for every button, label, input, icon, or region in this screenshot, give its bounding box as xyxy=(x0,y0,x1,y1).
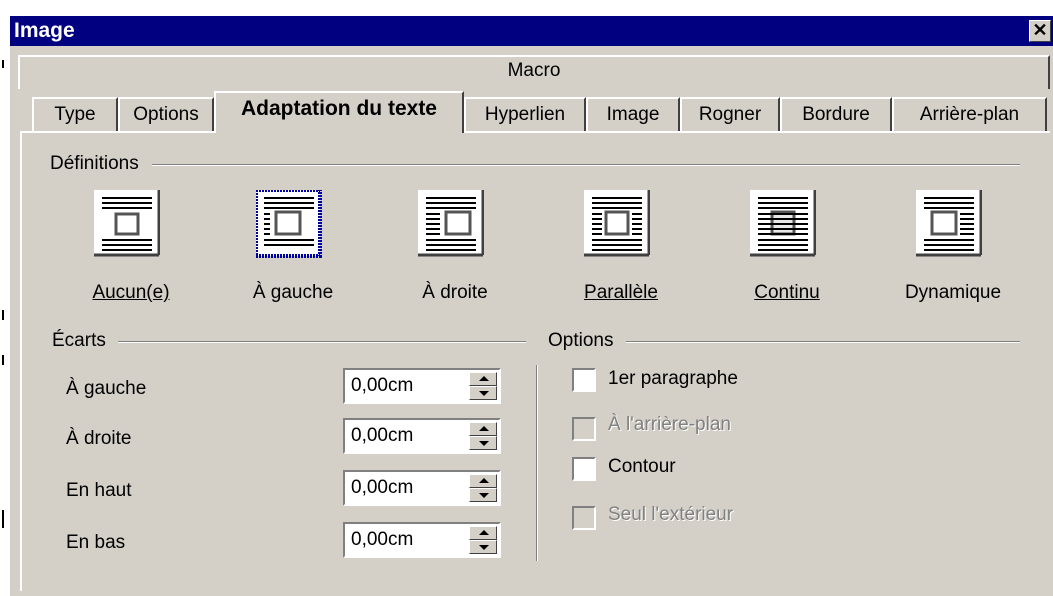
contour-label: Contour xyxy=(608,456,676,477)
outside-only-checkbox[interactable] xyxy=(572,506,596,530)
spacing-top-label: En haut xyxy=(66,480,132,501)
spin-value[interactable]: 0,00cm xyxy=(351,375,413,397)
tab-label: Macro xyxy=(507,60,561,81)
arrow-down-icon xyxy=(479,391,489,396)
tab-macro[interactable]: Macro xyxy=(18,55,1050,89)
tab-arriere-plan[interactable]: Arrière-plan xyxy=(892,97,1047,131)
tab-image[interactable]: Image xyxy=(586,97,680,131)
tab-bordure[interactable]: Bordure xyxy=(780,97,892,131)
close-button[interactable]: ✕ xyxy=(1029,20,1051,42)
wrap-option-right[interactable]: À droite xyxy=(410,190,494,303)
tab-label: Type xyxy=(54,104,96,125)
spin-down-button[interactable] xyxy=(469,540,497,554)
spin-down-button[interactable] xyxy=(469,386,497,400)
tab-type[interactable]: Type xyxy=(32,97,118,131)
spin-buttons xyxy=(469,422,497,450)
tab-label: Adaptation du texte xyxy=(240,97,437,120)
wrap-right-icon xyxy=(418,190,484,257)
close-icon: ✕ xyxy=(1032,20,1048,40)
tab-label: Bordure xyxy=(802,104,870,125)
screen-edge-mark xyxy=(2,355,4,365)
spacing-left-spinbox[interactable]: 0,00cm xyxy=(343,368,501,404)
spin-value[interactable]: 0,00cm xyxy=(351,425,413,447)
wrap-option-through[interactable]: Continu xyxy=(742,190,826,303)
spin-up-button[interactable] xyxy=(469,474,497,488)
wrap-optimal-icon xyxy=(916,190,982,257)
spacing-top-spinbox[interactable]: 0,00cm xyxy=(343,470,501,506)
window-title: Image xyxy=(14,19,75,42)
arrow-up-icon xyxy=(479,478,489,483)
contour-checkbox[interactable] xyxy=(572,457,596,481)
spin-up-button[interactable] xyxy=(469,526,497,540)
tab-label: Arrière-plan xyxy=(919,104,1020,125)
wrap-option-label: Aucun(e) xyxy=(92,282,170,303)
wrap-through-icon xyxy=(750,190,816,257)
spin-down-button[interactable] xyxy=(469,436,497,450)
spin-up-button[interactable] xyxy=(469,422,497,436)
spin-buttons xyxy=(469,372,497,400)
outside-only-label: Seul l'extérieur xyxy=(608,504,734,525)
wrap-option-left[interactable]: À gauche xyxy=(248,190,333,303)
arrow-down-icon xyxy=(479,493,489,498)
tab-label: Hyperlien xyxy=(484,104,566,125)
wrap-parallel-icon xyxy=(584,190,650,257)
spin-down-button[interactable] xyxy=(469,488,497,502)
group-divider xyxy=(118,341,526,343)
first-paragraph-label: 1er paragraphe xyxy=(608,368,738,389)
definitions-group-label: Définitions xyxy=(50,153,143,175)
arrow-up-icon xyxy=(479,376,489,381)
wrap-option-label: Parallèle xyxy=(584,282,658,303)
arrow-up-icon xyxy=(479,426,489,431)
spin-value[interactable]: 0,00cm xyxy=(351,529,413,551)
wrap-option-none[interactable]: Aucun(e) xyxy=(86,190,170,303)
spacing-group-label: Écarts xyxy=(52,330,110,352)
wrap-option-dynamic[interactable]: Dynamique xyxy=(905,190,1001,303)
spacing-bottom-spinbox[interactable]: 0,00cm xyxy=(343,522,501,558)
tab-hyperlien[interactable]: Hyperlien xyxy=(464,97,586,131)
screen-edge-mark xyxy=(2,60,4,68)
tab-label: Image xyxy=(606,104,660,125)
group-divider xyxy=(626,341,1020,343)
wrap-none-icon xyxy=(94,190,160,257)
wrap-option-label: Continu xyxy=(754,282,820,303)
tab-panel xyxy=(20,131,1050,591)
options-group-label: Options xyxy=(548,330,618,352)
spacing-left-label: À gauche xyxy=(66,378,147,399)
tab-options[interactable]: Options xyxy=(118,97,214,131)
wrap-option-label: À droite xyxy=(422,282,488,303)
spin-value[interactable]: 0,00cm xyxy=(351,477,413,499)
arrow-up-icon xyxy=(479,530,489,535)
vertical-separator xyxy=(536,365,538,561)
screen-edge-mark xyxy=(2,510,4,528)
arrow-down-icon xyxy=(479,441,489,446)
tab-rogner[interactable]: Rogner xyxy=(680,97,780,131)
spacing-right-spinbox[interactable]: 0,00cm xyxy=(343,418,501,454)
spacing-right-label: À droite xyxy=(66,428,132,449)
background-label: À l'arrière-plan xyxy=(608,414,731,435)
group-divider xyxy=(152,164,1020,166)
wrap-left-icon xyxy=(256,190,322,258)
background-checkbox[interactable] xyxy=(572,417,596,441)
first-paragraph-checkbox[interactable] xyxy=(572,368,596,392)
screen-edge-mark xyxy=(2,310,4,320)
arrow-down-icon xyxy=(479,545,489,550)
spin-buttons xyxy=(469,474,497,502)
spacing-bottom-label: En bas xyxy=(66,532,126,553)
wrap-option-label: Dynamique xyxy=(904,282,1002,303)
wrap-option-parallel[interactable]: Parallèle xyxy=(576,190,660,303)
tab-label: Rogner xyxy=(698,104,762,125)
title-bar[interactable]: Image ✕ xyxy=(10,16,1053,46)
wrap-option-label: À gauche xyxy=(252,282,334,303)
spin-up-button[interactable] xyxy=(469,372,497,386)
tab-adaptation-du-texte[interactable]: Adaptation du texte xyxy=(214,91,464,133)
spin-buttons xyxy=(469,526,497,554)
tab-label: Options xyxy=(133,104,199,125)
